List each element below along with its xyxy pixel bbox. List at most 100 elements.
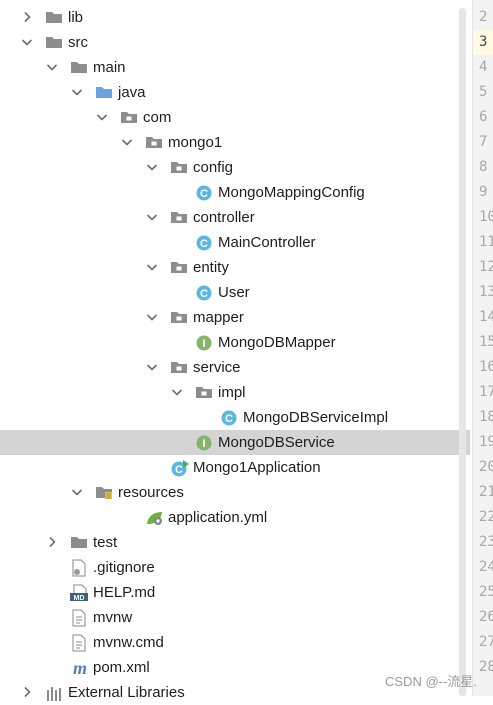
line-number: 3 [479, 34, 488, 50]
line-number: 22 [479, 509, 493, 525]
line-number: 2 [479, 9, 488, 25]
tree-item-mongo1[interactable]: mongo1 [0, 130, 470, 155]
svg-text:MD: MD [74, 595, 85, 602]
chevron-down-icon[interactable] [70, 80, 84, 105]
tree-item-impl[interactable]: impl [0, 380, 470, 405]
tree-item-service[interactable]: service [0, 355, 470, 380]
tree-item-mongodbserviceimpl[interactable]: C MongoDBServiceImpl [0, 405, 470, 430]
line-number: 7 [479, 134, 488, 150]
class-icon: C [195, 230, 213, 255]
chevron-right-icon[interactable] [20, 680, 34, 705]
markdown-file-icon: MD [70, 580, 88, 605]
line-number: 10 [479, 209, 493, 225]
tree-item-mvnw-cmd[interactable]: mvnw.cmd [0, 630, 470, 655]
package-icon [170, 155, 188, 180]
tree-item-mongomappingconfig[interactable]: C MongoMappingConfig [0, 180, 470, 205]
tree-item-label: pom.xml [93, 659, 150, 676]
tree-item-help-md[interactable]: MD HELP.md [0, 580, 470, 605]
spring-boot-class-icon: C [170, 455, 189, 480]
source-folder-icon [95, 80, 113, 105]
package-icon [170, 205, 188, 230]
tree-item-main[interactable]: main [0, 55, 470, 80]
tree-item-label: MongoDBService [218, 434, 335, 451]
tree-item-mongodbservice[interactable]: I MongoDBService [0, 430, 470, 455]
tree-item-label: entity [193, 259, 229, 276]
chevron-down-icon[interactable] [70, 480, 84, 505]
chevron-down-icon[interactable] [145, 255, 159, 280]
tree-item-java[interactable]: java [0, 80, 470, 105]
tree-item-label: resources [118, 484, 184, 501]
tree-item-maincontroller[interactable]: C MainController [0, 230, 470, 255]
chevron-down-icon[interactable] [20, 30, 34, 55]
tree-item-src[interactable]: src [0, 30, 470, 55]
line-number: 23 [479, 534, 493, 550]
tree-item-mongodbmapper[interactable]: I MongoDBMapper [0, 330, 470, 355]
line-number: 19 [479, 434, 493, 450]
line-number: 16 [479, 359, 493, 375]
tree-item-label: MongoDBMapper [218, 334, 336, 351]
chevron-right-icon[interactable] [20, 5, 34, 30]
tree-item-label: config [193, 159, 234, 176]
line-number: 18 [479, 409, 493, 425]
line-number: 8 [479, 159, 488, 175]
line-number: 24 [479, 559, 493, 575]
line-number: 15 [479, 334, 493, 350]
class-icon: C [195, 280, 213, 305]
line-number: 25 [479, 584, 493, 600]
tree-item-lib[interactable]: lib [0, 5, 470, 30]
tree-item-label: test [93, 534, 118, 551]
tree-item-label: service [193, 359, 241, 376]
line-number: 17 [479, 384, 493, 400]
line-number: 9 [479, 184, 488, 200]
chevron-down-icon[interactable] [95, 105, 109, 130]
tree-item-test[interactable]: test [0, 530, 470, 555]
package-icon [170, 355, 188, 380]
tree-item-config[interactable]: config [0, 155, 470, 180]
tree-item-label: MongoDBServiceImpl [243, 409, 389, 426]
chevron-down-icon[interactable] [145, 205, 159, 230]
tree-item-label: mvnw [93, 609, 133, 626]
tree-item-label: External Libraries [68, 684, 185, 701]
tree-item-label: impl [218, 384, 246, 401]
package-icon [145, 130, 163, 155]
maven-icon: m [70, 655, 88, 680]
tree-item-resources[interactable]: resources [0, 480, 470, 505]
tree-item-com[interactable]: com [0, 105, 470, 130]
svg-text:C: C [175, 464, 183, 476]
line-number: 20 [479, 459, 493, 475]
chevron-down-icon[interactable] [145, 305, 159, 330]
tree-item-entity[interactable]: entity [0, 255, 470, 280]
tree-item-label: com [143, 109, 172, 126]
chevron-down-icon[interactable] [145, 355, 159, 380]
chevron-down-icon[interactable] [170, 380, 184, 405]
tree-scrollbar[interactable] [459, 8, 466, 696]
tree-item-label: User [218, 284, 250, 301]
tree-item-label: mongo1 [168, 134, 223, 151]
chevron-down-icon[interactable] [120, 130, 134, 155]
tree-item-gitignore[interactable]: .gitignore [0, 555, 470, 580]
chevron-right-icon[interactable] [45, 530, 59, 555]
tree-item-mapper[interactable]: mapper [0, 305, 470, 330]
interface-icon: I [195, 430, 213, 455]
chevron-down-icon[interactable] [145, 155, 159, 180]
watermark: CSDN @--流星. [385, 674, 477, 689]
svg-text:I: I [202, 338, 205, 350]
tree-item-controller[interactable]: controller [0, 205, 470, 230]
tree-item-label: mvnw.cmd [93, 634, 164, 651]
tree-item-application-yml[interactable]: application.yml [0, 505, 470, 530]
tree-item-mongo1application[interactable]: C Mongo1Application [0, 455, 470, 480]
tree-item-label: lib [68, 9, 84, 26]
svg-text:m: m [73, 659, 87, 677]
tree-item-label: controller [193, 209, 255, 226]
folder-icon [70, 530, 88, 555]
folder-icon [70, 55, 88, 80]
class-icon: C [220, 405, 238, 430]
tree-item-label: src [68, 34, 88, 51]
line-number: 4 [479, 59, 488, 75]
package-icon [120, 105, 138, 130]
chevron-down-icon[interactable] [45, 55, 59, 80]
tree-item-mvnw[interactable]: mvnw [0, 605, 470, 630]
svg-text:C: C [200, 288, 208, 300]
tree-item-user[interactable]: C User [0, 280, 470, 305]
editor-line-gutter: 2345678910111213141516171819202122232425… [472, 0, 493, 696]
